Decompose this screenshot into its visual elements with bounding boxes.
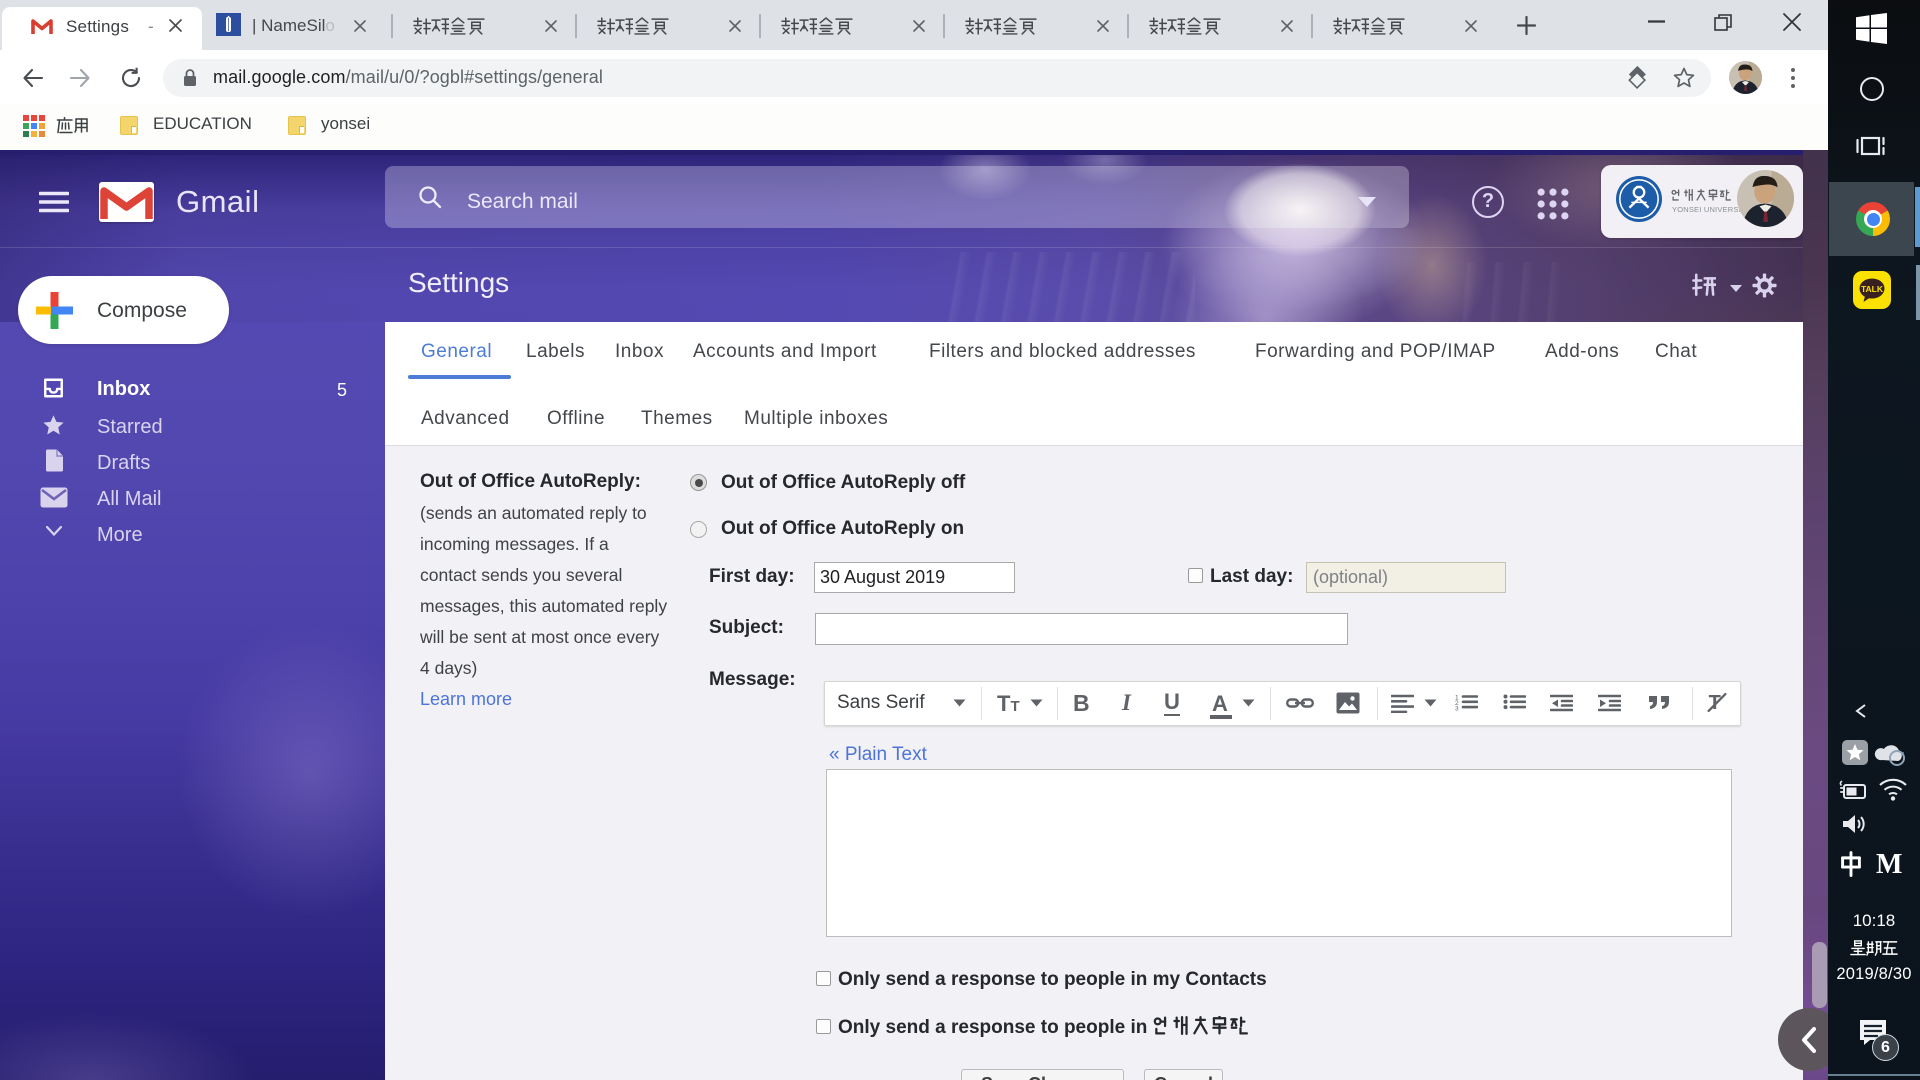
svg-text:TALK: TALK [1861,284,1884,294]
svg-text:3: 3 [1455,706,1459,713]
